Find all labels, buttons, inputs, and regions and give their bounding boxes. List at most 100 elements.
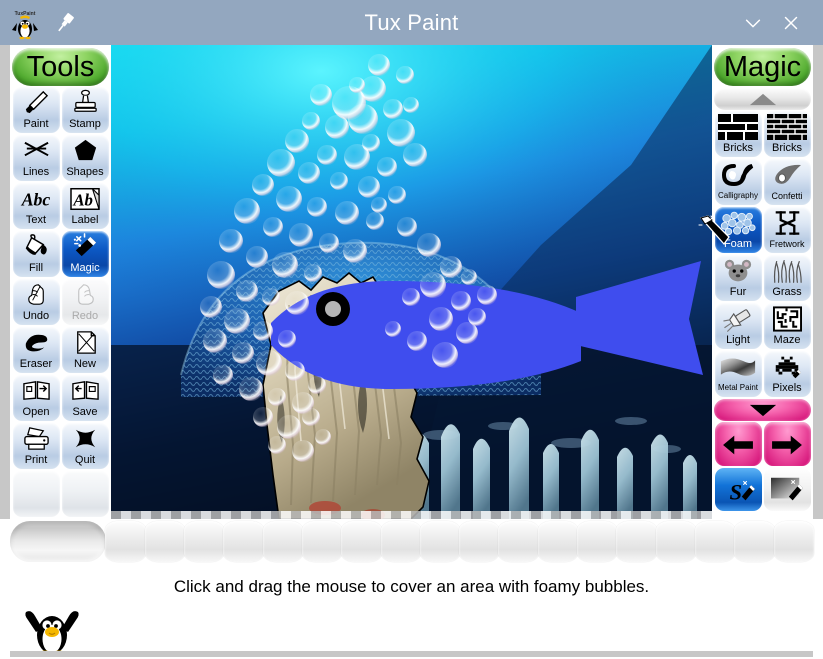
color-swatch[interactable]	[301, 521, 343, 562]
color-swatch[interactable]	[616, 521, 657, 562]
color-swatch[interactable]	[144, 521, 185, 562]
magic-button-grass[interactable]: Grass	[763, 254, 812, 302]
color-swatch[interactable]	[380, 521, 421, 562]
magic-panel: Magic Bricks Bricks Calligraphy Confetti…	[712, 45, 813, 519]
new-page-icon	[71, 327, 100, 358]
tool-button-eraser[interactable]: Eraser	[12, 326, 61, 374]
magic-button-light[interactable]: Light	[714, 302, 763, 350]
tool-button-magic[interactable]: Magic	[61, 230, 110, 278]
color-swatch[interactable]	[223, 521, 264, 562]
tool-button-redo[interactable]: Redo	[61, 278, 110, 326]
tool-button-fill[interactable]: Fill	[12, 230, 61, 278]
magic-mode-paint-button[interactable]: S	[714, 468, 763, 512]
magic-scroll-down-button[interactable]	[714, 399, 811, 421]
save-book-icon	[71, 375, 100, 406]
magic-label: Light	[726, 334, 750, 346]
tools-grid: Paint Stamp Lines Shapes Abc Text Ab Lab…	[12, 86, 110, 518]
quit-x-icon	[71, 423, 100, 454]
tool-button-stamp[interactable]: Stamp	[61, 86, 110, 134]
tool-label: Open	[22, 406, 50, 418]
right-arrow-icon	[772, 435, 802, 454]
paint-bucket-icon	[22, 231, 51, 262]
tool-button-text[interactable]: Abc Text	[12, 182, 61, 230]
app-body: Tools Paint Stamp Lines Shapes Abc Text …	[0, 45, 823, 657]
color-swatch[interactable]	[262, 521, 303, 562]
color-swatch[interactable]	[655, 521, 697, 562]
pentagon-shape-icon	[71, 135, 100, 166]
tool-label: Magic	[70, 262, 100, 274]
eraser-smudge-icon	[22, 327, 51, 358]
magic-button-calligraphy[interactable]: Calligraphy	[714, 158, 763, 206]
fur-icon	[723, 255, 753, 286]
pushpin-icon[interactable]	[52, 10, 78, 36]
close-button[interactable]	[779, 11, 803, 35]
tuxpaint-penguin-icon: TuxPaint	[8, 6, 42, 40]
color-swatch[interactable]	[773, 521, 814, 562]
magic-button-bricks-large[interactable]: Bricks	[714, 110, 763, 158]
magic-grid: Bricks Bricks Calligraphy Confetti Foam …	[714, 110, 812, 398]
magic-button-foam[interactable]: Foam	[714, 206, 763, 254]
color-swatch[interactable]	[577, 521, 618, 562]
magic-label: Bricks	[723, 142, 753, 154]
magic-label: Maze	[773, 334, 801, 346]
color-swatch[interactable]	[695, 521, 736, 562]
tool-button-quit[interactable]: Quit	[61, 422, 110, 470]
fullscreen-wand-icon	[771, 477, 803, 501]
tool-button-paint[interactable]: Paint	[12, 86, 61, 134]
drawing-canvas[interactable]	[111, 45, 712, 519]
magic-label: Grass	[772, 286, 802, 298]
footer-strip	[10, 651, 813, 657]
window-controls	[741, 11, 823, 35]
magic-button-metal-paint[interactable]: Metal Paint	[714, 350, 763, 398]
previous-page-button[interactable]	[714, 422, 763, 467]
magic-button-bricks-small[interactable]: Bricks	[763, 110, 812, 158]
tool-button-shapes[interactable]: Shapes	[61, 134, 110, 182]
color-swatch[interactable]	[537, 521, 579, 562]
paintbrush-icon	[22, 87, 51, 118]
svg-text:Ab: Ab	[72, 190, 93, 209]
magic-scroll-up-button[interactable]	[714, 88, 811, 110]
tool-label: Redo	[71, 310, 99, 322]
magic-mode-fullscreen-button[interactable]	[763, 468, 812, 512]
color-swatch-selected[interactable]	[10, 521, 107, 562]
svg-text:S: S	[730, 479, 743, 504]
status-bar: Click and drag the mouse to cover an are…	[10, 565, 813, 609]
magic-label: Pixels	[772, 382, 802, 394]
magic-label: Fur	[729, 286, 747, 298]
magic-button-pixels[interactable]: Pixels	[763, 350, 812, 398]
color-swatch[interactable]	[498, 521, 539, 562]
tux-paint-window: TuxPaint Tux Paint Tools Paint Stamp Lin…	[0, 0, 823, 657]
color-swatch[interactable]	[734, 521, 775, 562]
magic-button-maze[interactable]: Maze	[763, 302, 812, 350]
minimize-button[interactable]	[741, 11, 765, 35]
tool-button-undo[interactable]: Undo	[12, 278, 61, 326]
tool-label: Text	[25, 214, 47, 226]
tux-penguin-mascot	[18, 608, 88, 656]
tool-label: Save	[72, 406, 98, 418]
magic-button-fur[interactable]: Fur	[714, 254, 763, 302]
color-swatch[interactable]	[183, 521, 225, 562]
magic-button-fretwork[interactable]: Fretwork	[763, 206, 812, 254]
color-swatch[interactable]	[341, 521, 382, 562]
magic-button-confetti[interactable]: Confetti	[763, 158, 812, 206]
color-swatch[interactable]	[105, 521, 146, 562]
tool-label: New	[73, 358, 96, 370]
tool-button-print[interactable]: Print	[12, 422, 61, 470]
color-swatch[interactable]	[419, 521, 461, 562]
right-edge-strip	[813, 45, 823, 519]
magic-label: Bricks	[772, 142, 802, 154]
next-page-button[interactable]	[763, 422, 812, 467]
open-book-icon	[22, 375, 51, 406]
tool-button-new[interactable]: New	[61, 326, 110, 374]
paint-wand-icon: S	[730, 479, 755, 504]
abc-text-icon: Abc	[20, 183, 52, 214]
redo-hand-icon	[71, 279, 100, 310]
scroll-up-arrow-icon	[749, 93, 776, 105]
magic-nav-row	[714, 422, 812, 467]
tool-button-label[interactable]: Ab Label	[61, 182, 110, 230]
tool-button-open[interactable]: Open	[12, 374, 61, 422]
title-bar: TuxPaint Tux Paint	[0, 0, 823, 45]
tool-button-save[interactable]: Save	[61, 374, 110, 422]
color-swatch[interactable]	[459, 521, 500, 562]
tool-button-lines[interactable]: Lines	[12, 134, 61, 182]
